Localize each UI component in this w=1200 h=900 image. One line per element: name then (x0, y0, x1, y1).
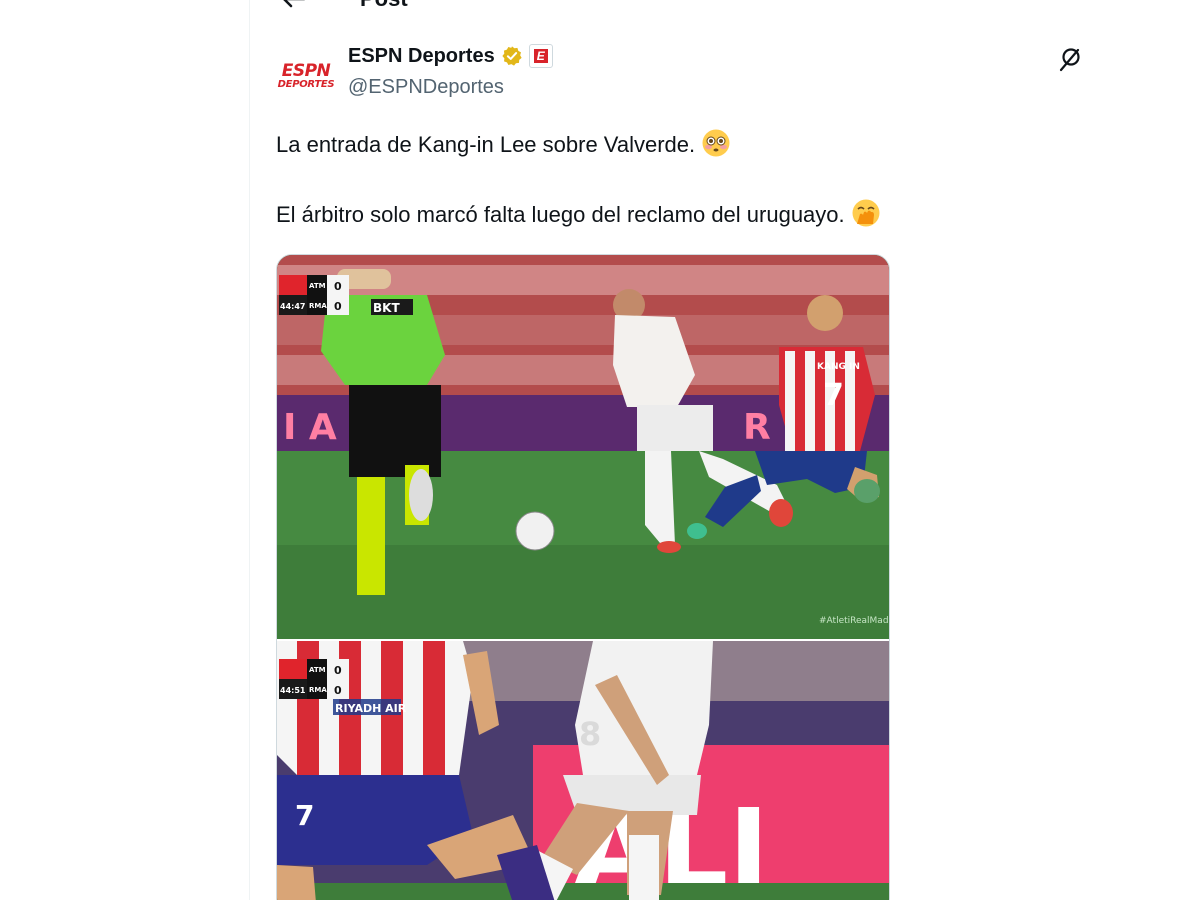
face-with-hand-over-mouth-emoji-icon (852, 199, 880, 227)
scoreboard-2-home: ATM (309, 666, 326, 674)
verified-badge-icon (502, 46, 522, 66)
tweet-line-1-text: La entrada de Kang-in Lee sobre Valverde… (276, 132, 696, 157)
scoreboard-1-home: ATM (309, 282, 326, 290)
scoreboard-1: ATM RMA 0 0 44:47 (279, 275, 349, 315)
tweet-line-1: La entrada de Kang-in Lee sobre Valverde… (276, 128, 1076, 162)
atleti-sponsor-label: RIYADH AIR (335, 702, 407, 715)
scoreboard-2: ATM RMA 0 0 44:51 (279, 659, 349, 699)
author-handle[interactable]: @ESPNDeportes (348, 76, 504, 99)
rival-shirt-number: 8 (579, 715, 601, 753)
post-author-header: ESPN DEPORTES ESPN Deportes E @ESPNDepor… (250, 38, 1100, 108)
affiliate-badge[interactable]: E (528, 44, 553, 68)
atleti-shirt-number: 7 (823, 378, 844, 413)
atleti-shirt-name: KANG IN (817, 362, 860, 372)
post-column: Post ESPN DEPORTES ESPN Deportes E @ESPN… (250, 0, 1100, 900)
flushed-face-emoji-icon (702, 129, 730, 157)
atleti-shorts-number: 7 (295, 799, 314, 832)
grok-icon[interactable] (1058, 46, 1082, 72)
back-arrow-icon[interactable] (278, 0, 308, 14)
left-rail (0, 0, 250, 900)
scoreboard-1-clock: 44:47 (280, 302, 305, 311)
frame-1: I A R R RI BKT KANG IN 7 ATM RMA 0 0 44:… (277, 255, 889, 639)
scoreboard-1-away: RMA (309, 302, 327, 310)
author-display-name[interactable]: ESPN Deportes (348, 45, 495, 68)
referee-sponsor-label: BKT (373, 301, 400, 315)
avatar-logo-bottom: DEPORTES (277, 78, 335, 90)
avatar[interactable]: ESPN DEPORTES (274, 44, 338, 108)
scoreboard-2-away: RMA (309, 686, 327, 694)
scoreboard-1-home-score: 0 (334, 280, 342, 293)
tweet-text: La entrada de Kang-in Lee sobre Valverde… (276, 128, 1076, 232)
author-name-line: ESPN Deportes E (348, 44, 553, 68)
avatar-logo-top: ESPN (281, 60, 331, 81)
post-topbar: Post (250, 0, 1100, 18)
tweet-media-image[interactable]: I A R R RI BKT KANG IN 7 ATM RMA 0 0 44:… (276, 254, 890, 900)
media-watermark: #AtletiRealMad (819, 616, 889, 626)
affiliate-badge-logo: E (533, 49, 548, 63)
scoreboard-2-away-score: 0 (334, 684, 342, 697)
scoreboard-2-clock: 44:51 (280, 686, 306, 695)
frame-2: ALI 8 RIYADH AIR 7 ATM RMA 0 0 44:51 (277, 641, 889, 900)
tweet-line-2: El árbitro solo marcó falta luego del re… (276, 198, 1076, 232)
page-title: Post (360, 0, 408, 12)
scoreboard-2-home-score: 0 (334, 664, 342, 677)
tweet-line-2-text: El árbitro solo marcó falta luego del re… (276, 202, 845, 227)
scoreboard-1-away-score: 0 (334, 300, 342, 313)
